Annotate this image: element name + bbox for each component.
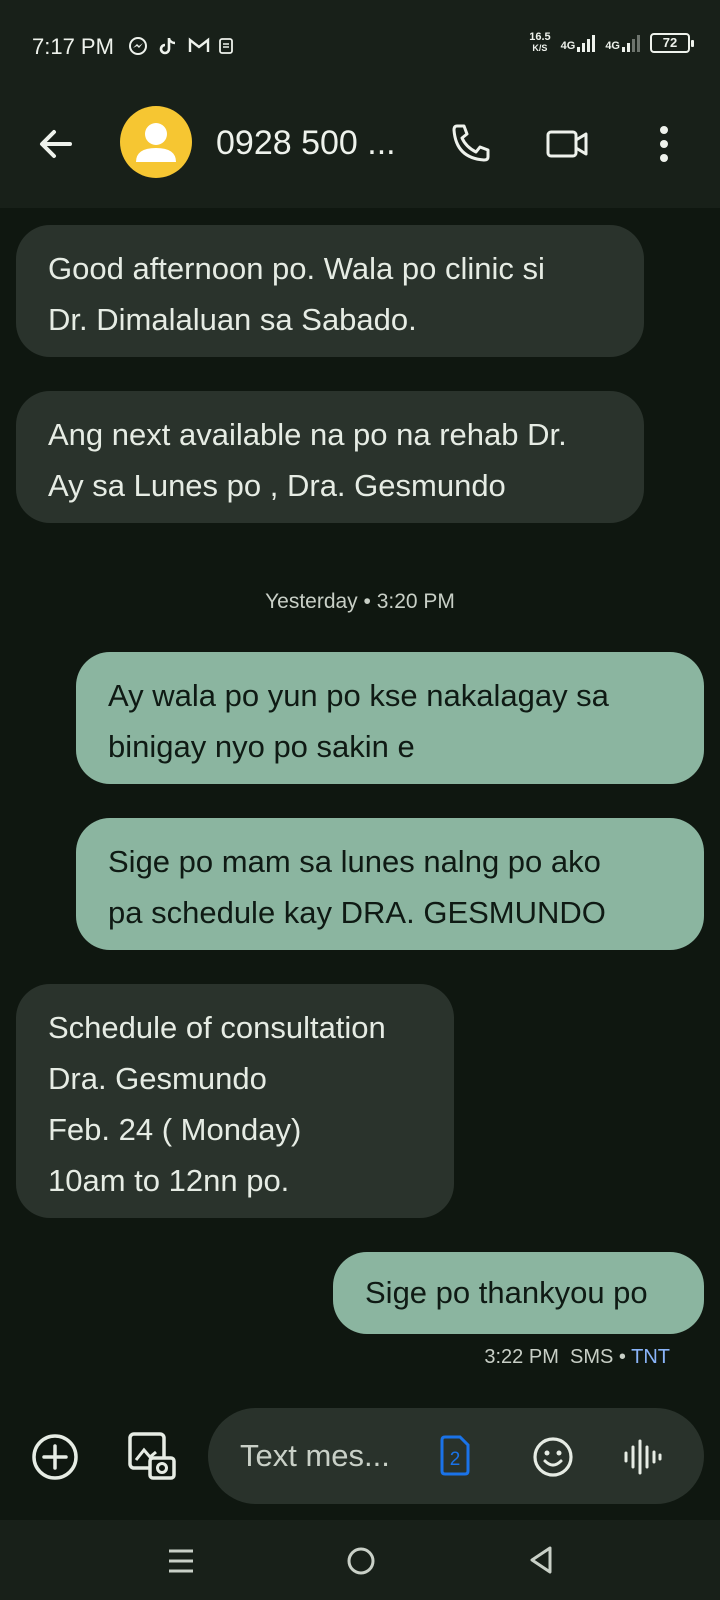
network-speed: 16.5 K/S — [529, 32, 550, 54]
network-type-1: 4G — [560, 40, 576, 52]
contact-name[interactable]: 0928 500 ... — [216, 124, 396, 163]
signal-sim2: 4G — [605, 34, 640, 52]
sim-selector-button[interactable]: 2 — [438, 1434, 472, 1476]
message-input[interactable]: Text mes... 2 — [208, 1408, 704, 1504]
message-line: binigay nyo po sakin e — [108, 729, 415, 764]
back-arrow-icon — [40, 130, 72, 158]
message-bubble-incoming[interactable]: Ang next available na po na rehab Dr. Ay… — [16, 391, 644, 523]
message-input-placeholder: Text mes... — [240, 1438, 390, 1473]
messenger-icon — [128, 36, 148, 56]
battery-indicator: 72 — [650, 33, 694, 53]
nav-home-icon — [347, 1547, 375, 1575]
sim-icon: 2 — [440, 1435, 470, 1476]
network-type-2: 4G — [605, 40, 620, 52]
voice-message-button[interactable] — [622, 1436, 662, 1478]
meta-separator: • — [618, 1346, 626, 1368]
more-options-button[interactable] — [648, 122, 680, 166]
gmail-icon — [188, 36, 210, 56]
message-bubble-outgoing[interactable]: Sige po thankyou po — [333, 1252, 704, 1334]
emoji-button[interactable] — [532, 1436, 574, 1478]
conversation-header: 0928 500 ... — [0, 88, 720, 208]
message-line: 10am to 12nn po. — [48, 1163, 290, 1198]
carrier-label: TNT — [631, 1346, 670, 1368]
video-camera-icon — [546, 130, 588, 158]
nav-back-icon — [530, 1546, 552, 1574]
message-time: 3:22 PM — [484, 1346, 559, 1368]
message-line: Ay wala po yun po kse nakalagay sa — [108, 678, 609, 713]
message-line: Dr. Dimalaluan sa Sabado. — [48, 302, 417, 337]
message-line: Sige po thankyou po — [365, 1275, 648, 1310]
speed-value: 16.5 — [529, 31, 551, 43]
data-saver-icon — [218, 36, 238, 56]
system-back-button[interactable] — [526, 1544, 556, 1576]
add-circle-icon — [32, 1434, 78, 1480]
call-button[interactable] — [448, 120, 494, 166]
notification-icons — [128, 36, 238, 56]
speed-unit: K/S — [532, 43, 548, 53]
message-line: Ay sa Lunes po , Dra. Gesmundo — [48, 468, 506, 503]
phone-icon — [452, 124, 490, 162]
message-bubble-outgoing[interactable]: Ay wala po yun po kse nakalagay sa binig… — [76, 652, 704, 784]
message-line: Dra. Gesmundo — [48, 1061, 267, 1096]
signal-bars-icon — [577, 34, 596, 52]
message-line: Ang next available na po na rehab Dr. — [48, 417, 567, 452]
home-button[interactable] — [346, 1546, 376, 1576]
voice-wave-icon — [624, 1439, 662, 1475]
status-bar: 7:17 PM 16.5 K/S 4G 4G 72 — [0, 0, 720, 88]
message-bubble-incoming[interactable]: Schedule of consultation Dra. Gesmundo F… — [16, 984, 454, 1218]
signal-sim1: 4G — [561, 34, 596, 52]
message-line: Sige po mam sa lunes nalng po ako — [108, 844, 601, 879]
recents-button[interactable] — [166, 1546, 196, 1576]
video-call-button[interactable] — [544, 122, 592, 166]
system-navigation-bar — [0, 1520, 720, 1600]
message-line: Feb. 24 ( Monday) — [48, 1112, 302, 1147]
gallery-camera-icon — [128, 1432, 176, 1480]
back-button[interactable] — [34, 122, 78, 166]
attach-button[interactable] — [30, 1432, 80, 1482]
message-meta: 3:22 PM SMS • TNT — [484, 1346, 670, 1369]
system-status: 16.5 K/S 4G 4G 72 — [529, 32, 694, 54]
sim-number: 2 — [450, 1449, 461, 1470]
message-line: pa schedule kay DRA. GESMUNDO — [108, 895, 606, 930]
avatar-person-icon — [136, 123, 176, 162]
signal-bars-icon — [622, 34, 640, 52]
more-vert-icon — [660, 126, 668, 162]
message-type: SMS — [569, 1346, 614, 1368]
contact-avatar[interactable] — [120, 106, 192, 178]
message-line: Schedule of consultation — [48, 1010, 386, 1045]
nav-menu-icon — [169, 1549, 193, 1573]
message-bubble-outgoing[interactable]: Sige po mam sa lunes nalng po ako pa sch… — [76, 818, 704, 950]
message-bubble-incoming[interactable]: Good afternoon po. Wala po clinic si Dr.… — [16, 225, 644, 357]
emoji-icon — [533, 1437, 573, 1477]
date-divider: Yesterday • 3:20 PM — [265, 590, 455, 613]
tiktok-icon — [158, 36, 178, 56]
gallery-button[interactable] — [126, 1430, 178, 1482]
message-line: Good afternoon po. Wala po clinic si — [48, 251, 545, 286]
status-time: 7:17 PM — [32, 34, 114, 59]
